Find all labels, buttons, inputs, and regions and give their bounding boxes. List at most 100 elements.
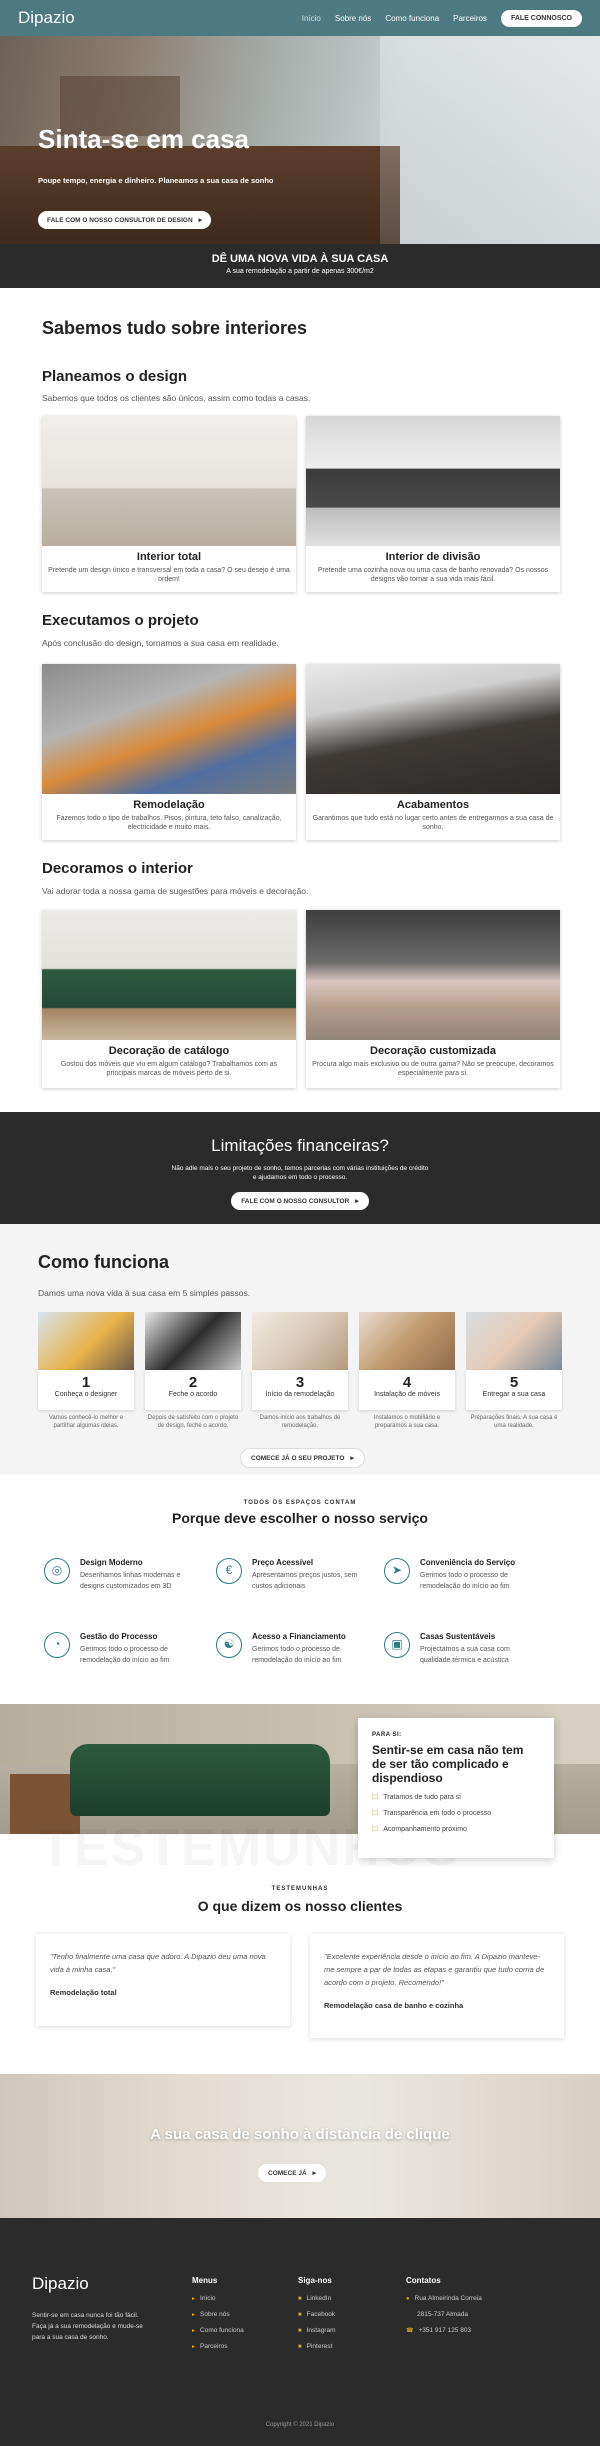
step-number: 3 xyxy=(295,1374,305,1391)
nav-inicio[interactable]: Início xyxy=(302,14,321,23)
para-si-item-label: Acompanhamento próximo xyxy=(383,1826,467,1833)
card-decoracao-customizada-image xyxy=(306,910,560,1040)
testimonial-card: "Tenho finalmente uma casa que adoro. A … xyxy=(36,1934,290,2026)
social-instagram[interactable]: ■ Instagram xyxy=(298,2327,336,2334)
card-decoracao-customizada[interactable]: Decoração customizada Procura algo mais … xyxy=(306,910,560,1088)
step-number: 5 xyxy=(509,1374,519,1391)
chevron-right-icon: ▸ xyxy=(192,2328,196,2334)
card-title: Decoração customizada xyxy=(370,1045,496,1057)
testimonial-card: "Excelente experiência desde o início ao… xyxy=(310,1934,564,2038)
cta-start-button-label: COMECE JÁ xyxy=(268,2170,307,2177)
pinterest-icon: ■ xyxy=(298,2343,302,2350)
feature-desc: Gerimos todo o processo de remodelação d… xyxy=(80,1646,170,1664)
financing-desc-line2: e ajudamos em todo o processo. xyxy=(252,1174,348,1181)
testimonial-author: Remodelação total xyxy=(50,1988,117,1997)
card-title: Interior total xyxy=(136,551,202,563)
card-desc: Pretende uma cozinha nova ou uma casa de… xyxy=(317,567,549,583)
step-desc: Damos início aos trabalhos de remodelaçã… xyxy=(259,1415,341,1429)
footer-menu-item[interactable]: ▸ Início xyxy=(192,2295,244,2302)
footer-menu-item[interactable]: ▸ Sobre nós xyxy=(192,2311,244,2318)
financing-desc: Não adie mais o seu projeto de sonho, te… xyxy=(0,1164,600,1182)
step-title: Entregar a sua casa xyxy=(482,1391,546,1398)
card-decoracao-catalogo-image xyxy=(42,910,296,1040)
card-decoracao-catalogo[interactable]: Decoração de catálogo Gostou dos móveis … xyxy=(42,910,296,1088)
para-si-panel: PARA SI: Sentir-se em casa não tem de se… xyxy=(358,1718,554,1858)
step-desc: Depois de satisfeito com o projeto de de… xyxy=(147,1415,239,1429)
step-number: 4 xyxy=(402,1374,412,1391)
feature-title: Preço Acessível xyxy=(252,1558,314,1567)
feature-acesso-financiamento: ☯ Acesso a Financiamento Gerimos todo o … xyxy=(216,1632,366,1682)
step-3: 3 Início da remodelação Damos início aos … xyxy=(252,1312,348,1430)
social-label: Instagram xyxy=(306,2327,336,2334)
feature-title: Acesso a Financiamento xyxy=(252,1632,346,1641)
card-remodelacao[interactable]: Remodelação Fazemos todo o tipo de traba… xyxy=(42,664,296,840)
decoramos-title: Decoramos o interior xyxy=(42,860,193,877)
step-box: 2 Feche o acordo xyxy=(145,1370,241,1410)
feature-title: Conveniência do Serviço xyxy=(420,1558,516,1567)
footer-menu-label: Início xyxy=(200,2295,216,2302)
feature-desc: Apresentamos preços justos, sem custos a… xyxy=(252,1572,358,1590)
social-linkedin[interactable]: ■ LinkedIn xyxy=(298,2295,336,2302)
hero-title: Sinta-se em casa xyxy=(38,124,250,154)
logo[interactable]: Dipazio xyxy=(18,8,75,28)
step-number: 1 xyxy=(81,1374,91,1391)
card-acabamentos-image xyxy=(306,664,560,794)
cta-start-button[interactable]: COMECE JÁ ▸ xyxy=(258,2164,327,2182)
card-interior-divisao[interactable]: Interior de divisão Pretende uma cozinha… xyxy=(306,416,560,592)
step-box: 5 Entregar a sua casa xyxy=(466,1370,562,1410)
footer-menu-item[interactable]: ▸ Como funciona xyxy=(192,2327,244,2334)
card-acabamentos[interactable]: Acabamentos Garantimos que tudo está no … xyxy=(306,664,560,840)
testimonial-quote: "Excelente experiência desde o início ao… xyxy=(324,1952,545,1987)
financing-button[interactable]: FALE COM O NOSSO CONSULTOR ▸ xyxy=(231,1192,369,1210)
check-icon: ☐ xyxy=(372,1826,379,1833)
projeto-title: Executamos o projeto xyxy=(42,612,199,629)
step-1: 1 Conheça o designer Vamos conhecê-lo mel… xyxy=(38,1312,134,1430)
site-header: Dipazio Início Sobre nós Como funciona P… xyxy=(0,0,600,36)
facebook-icon: ■ xyxy=(298,2311,302,2318)
footer-desc: Sentir-se em casa nunca foi tão fácil. F… xyxy=(32,2312,143,2341)
nav-sobre-nos[interactable]: Sobre nós xyxy=(335,14,371,23)
feature-desc: Gerimos todo o processo de remodelação d… xyxy=(420,1572,510,1590)
step-title: Instalação de móveis xyxy=(374,1391,440,1398)
social-facebook[interactable]: ■ Facebook xyxy=(298,2311,336,2318)
chevron-right-icon: ▸ xyxy=(192,2312,196,2318)
chevron-right-icon: ▸ xyxy=(355,1198,359,1205)
design-lead: Sabemos que todos os clientes são únicos… xyxy=(42,393,311,403)
card-desc: Pretende um design único e transversal e… xyxy=(48,567,290,583)
para-si-list: ☐ Tratamos de tudo para si ☐ Transparência… xyxy=(372,1793,540,1833)
footer-menu-item[interactable]: ▸ Parceiros xyxy=(192,2343,244,2350)
promo-band: DÊ UMA NOVA VIDA À SUA CASA A sua remode… xyxy=(0,244,600,288)
step-desc: Vamos conhecê-lo melhor e partilhar algu… xyxy=(48,1415,124,1429)
contact-phone[interactable]: ☎ +351 917 125 803 xyxy=(406,2327,482,2334)
nav-como-funciona[interactable]: Como funciona xyxy=(385,14,439,23)
feature-title: Design Moderno xyxy=(80,1558,143,1567)
financing-title: Limitações financeiras? xyxy=(211,1136,389,1155)
start-project-button[interactable]: COMECE JÁ O SEU PROJETO ▸ xyxy=(240,1448,365,1468)
footer-social-title: Siga-nos xyxy=(298,2276,332,2285)
paper-plane-icon: ➤ xyxy=(384,1558,410,1584)
green-sofa-image xyxy=(70,1744,330,1816)
chevron-right-icon: ▸ xyxy=(312,2170,317,2177)
nav-parceiros[interactable]: Parceiros xyxy=(453,14,487,23)
feature-conveniencia: ➤ Conveniência do Serviço Gerimos todo o… xyxy=(384,1558,534,1608)
testimonial-quote: "Tenho finalmente uma casa que adoro. A … xyxy=(50,1952,266,1974)
feature-desc: Desenhamos linhas modernas e designs cus… xyxy=(80,1572,181,1590)
projeto-lead: Após conclusão do design, tornamos a sua… xyxy=(42,638,279,648)
chevron-right-icon: ▸ xyxy=(198,217,203,224)
card-interior-total-image xyxy=(42,416,296,546)
social-pinterest[interactable]: ■ Pinterest xyxy=(298,2343,336,2350)
step-box: 4 Instalação de móveis xyxy=(359,1370,455,1410)
feature-gestao-processo: ◔ Gestão do Processo Gerimos todo o proc… xyxy=(44,1632,194,1682)
card-interior-total[interactable]: Interior total Pretende um design único … xyxy=(42,416,296,592)
promo-text: A sua remodelação a partir de apenas 300… xyxy=(226,268,374,275)
footer-logo[interactable]: Dipazio xyxy=(32,2274,89,2294)
design-title: Planeamos o design xyxy=(42,368,188,385)
card-remodelacao-image xyxy=(42,664,296,794)
testimonial-author: Remodelação casa de banho e cozinha xyxy=(324,2001,464,2010)
map-pin-icon: ● xyxy=(406,2295,410,2302)
contact-button[interactable]: FALE CONNOSCO xyxy=(500,9,582,27)
hero-consultant-button[interactable]: FALE COM O NOSSO CONSULTOR DE DESIGN ▸ xyxy=(38,211,212,229)
hero-cabinet-image xyxy=(0,146,400,244)
para-si-item-label: Transparência em todo o processo xyxy=(383,1810,492,1817)
footer-contacts-title: Contatos xyxy=(406,2276,441,2285)
